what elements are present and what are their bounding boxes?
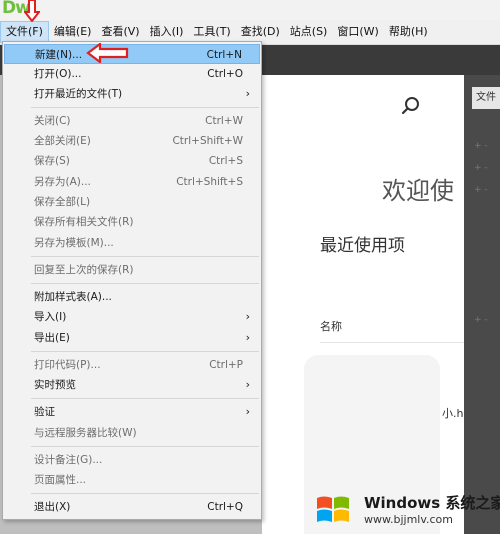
expand-icon[interactable]: + - — [474, 163, 488, 173]
expand-icon[interactable]: + - — [474, 185, 488, 195]
menu-window[interactable]: 窗口(W) — [332, 21, 383, 43]
menu-separator — [31, 107, 259, 108]
chevron-right-icon: › — [245, 405, 250, 418]
menu-item-import[interactable]: 导入(I) › — [4, 307, 260, 327]
welcome-greeting: 欢迎使 — [382, 177, 454, 205]
menu-item-shortcut: Ctrl+P — [209, 359, 243, 371]
menu-item-label: 回复至上次的保存(R) — [34, 264, 134, 276]
menu-item-label: 打印代码(P)... — [34, 359, 101, 371]
menu-item-label: 另存为模板(M)... — [34, 237, 114, 249]
menu-item-shortcut: Ctrl+Q — [207, 501, 243, 513]
menu-item-live-preview[interactable]: 实时预览 › — [4, 375, 260, 395]
menu-separator — [31, 398, 259, 399]
menu-item-label: 附加样式表(A)... — [34, 291, 112, 303]
menu-item-close-all[interactable]: 全部关闭(E) Ctrl+Shift+W — [4, 131, 260, 151]
menu-item-shortcut: Ctrl+Shift+W — [172, 135, 243, 147]
menu-item-label: 设计备注(G)... — [34, 454, 103, 466]
menu-item-label: 保存全部(L) — [34, 196, 91, 208]
menu-item-print-code[interactable]: 打印代码(P)... Ctrl+P — [4, 355, 260, 375]
menu-item-label: 实时预览 — [34, 379, 76, 391]
menu-item-shortcut: Ctrl+O — [207, 68, 243, 80]
menu-item-label: 与远程服务器比较(W) — [34, 427, 137, 439]
watermark-brand: Windows 系统之家 — [364, 494, 500, 512]
menu-view[interactable]: 查看(V) — [96, 21, 144, 43]
menu-item-revert[interactable]: 回复至上次的保存(R) — [4, 260, 260, 280]
menu-item-shortcut: Ctrl+W — [205, 115, 243, 127]
menu-item-save-all[interactable]: 保存全部(L) — [4, 192, 260, 212]
menu-separator — [31, 446, 259, 447]
menu-item-label: 新建(N)... — [35, 49, 83, 61]
menu-item-save[interactable]: 保存(S) Ctrl+S — [4, 151, 260, 171]
divider — [320, 342, 464, 343]
menu-item-design-notes[interactable]: 设计备注(G)... — [4, 450, 260, 470]
menu-find[interactable]: 查找(D) — [236, 21, 285, 43]
chevron-right-icon: › — [245, 310, 250, 323]
menu-item-label: 页面属性... — [34, 474, 87, 486]
menu-item-label: 保存(S) — [34, 155, 70, 167]
menu-insert[interactable]: 插入(I) — [145, 21, 189, 43]
menu-item-open[interactable]: 打开(O)... Ctrl+O — [4, 64, 260, 84]
menu-item-close[interactable]: 关闭(C) Ctrl+W — [4, 111, 260, 131]
menu-item-label: 打开(O)... — [34, 68, 82, 80]
welcome-screen: 欢迎使 最近使用项 名称 小.h — [262, 75, 464, 534]
menu-item-label: 打开最近的文件(T) — [34, 88, 123, 100]
menu-separator — [31, 283, 259, 284]
file-menu-dropdown: 新建(N)... Ctrl+N 打开(O)... Ctrl+O 打开最近的文件(… — [2, 41, 262, 520]
menu-tools[interactable]: 工具(T) — [188, 21, 235, 43]
down-arrow-annotation-icon — [24, 0, 40, 22]
menu-item-export[interactable]: 导出(E) › — [4, 328, 260, 348]
menu-file[interactable]: 文件(F) — [0, 21, 49, 43]
menu-item-label: 导出(E) — [34, 332, 70, 344]
menu-item-label: 退出(X) — [34, 501, 71, 513]
expand-icon[interactable]: + - — [474, 315, 488, 325]
menu-item-attach-stylesheet[interactable]: 附加样式表(A)... — [4, 287, 260, 307]
menu-item-validate[interactable]: 验证 › — [4, 402, 260, 422]
name-column-header[interactable]: 名称 — [320, 318, 342, 334]
menu-item-label: 另存为(A)... — [34, 176, 91, 188]
right-panel: 文件 + - + - + - + - — [464, 75, 500, 534]
search-icon[interactable] — [400, 95, 422, 123]
windows-logo-icon — [317, 496, 349, 522]
menu-item-shortcut: Ctrl+N — [206, 49, 242, 61]
menu-item-exit[interactable]: 退出(X) Ctrl+Q — [4, 497, 260, 517]
chevron-right-icon: › — [245, 87, 250, 100]
menu-item-label: 验证 — [34, 406, 55, 418]
menu-item-open-recent[interactable]: 打开最近的文件(T) › — [4, 84, 260, 104]
menu-item-shortcut: Ctrl+S — [208, 155, 243, 167]
files-panel-tab[interactable]: 文件 — [472, 87, 500, 109]
menu-site[interactable]: 站点(S) — [285, 21, 333, 43]
watermark: Windows 系统之家 www.bjjmlv.com — [300, 486, 500, 534]
menu-item-save-related[interactable]: 保存所有相关文件(R) — [4, 212, 260, 232]
watermark-url: www.bjjmlv.com — [364, 513, 453, 526]
chevron-right-icon: › — [245, 378, 250, 391]
menu-item-label: 导入(I) — [34, 311, 67, 323]
menu-item-new[interactable]: 新建(N)... Ctrl+N — [4, 44, 260, 64]
menu-edit[interactable]: 编辑(E) — [49, 21, 97, 43]
menu-item-page-properties[interactable]: 页面属性... — [4, 470, 260, 490]
menu-item-shortcut: Ctrl+Shift+S — [176, 176, 243, 188]
recent-file-item[interactable]: 小.h — [442, 405, 463, 421]
recent-title: 最近使用项 — [320, 236, 405, 256]
menu-item-label: 关闭(C) — [34, 115, 71, 127]
chevron-right-icon: › — [245, 331, 250, 344]
menu-item-label: 保存所有相关文件(R) — [34, 216, 134, 228]
menu-item-compare-remote[interactable]: 与远程服务器比较(W) — [4, 423, 260, 443]
menu-separator — [31, 256, 259, 257]
menu-help[interactable]: 帮助(H) — [384, 21, 433, 43]
menu-separator — [31, 493, 259, 494]
left-arrow-annotation-icon — [86, 43, 129, 63]
expand-icon[interactable]: + - — [474, 141, 488, 151]
menu-item-label: 全部关闭(E) — [34, 135, 91, 147]
menu-separator — [31, 351, 259, 352]
menu-item-save-as-template[interactable]: 另存为模板(M)... — [4, 233, 260, 253]
menu-item-save-as[interactable]: 另存为(A)... Ctrl+Shift+S — [4, 172, 260, 192]
title-bar: Dw — [0, 0, 500, 20]
